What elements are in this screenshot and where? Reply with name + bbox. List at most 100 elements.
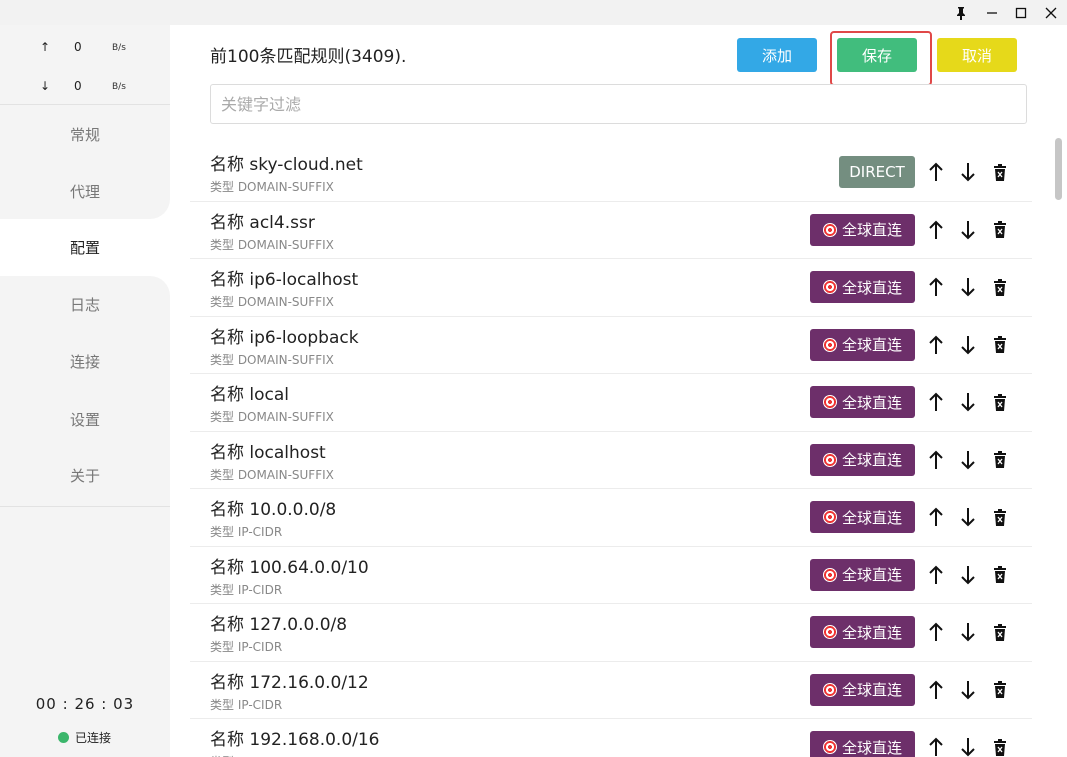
nav-item-profiles[interactable]: 配置 <box>0 219 170 276</box>
rule-type: 类型 DOMAIN-SUFFIX <box>210 180 334 194</box>
rule-row: 名称 ip6-localhost 类型 DOMAIN-SUFFIX 全球直连 <box>190 259 1032 317</box>
move-up-icon[interactable] <box>925 273 947 301</box>
rule-target-tag[interactable]: 全球直连 <box>810 501 915 533</box>
rule-row: 名称 127.0.0.0/8 类型 IP-CIDR 全球直连 <box>190 604 1032 662</box>
nav-item-settings[interactable]: 设置 <box>0 391 170 448</box>
nav-item-proxy[interactable]: 代理 <box>0 163 170 220</box>
delete-icon[interactable] <box>989 273 1011 301</box>
move-up-icon[interactable] <box>925 388 947 416</box>
cancel-button[interactable]: 取消 <box>937 38 1017 72</box>
rule-row: 名称 10.0.0.0/8 类型 IP-CIDR 全球直连 <box>190 489 1032 547</box>
delete-icon[interactable] <box>989 158 1011 186</box>
rule-name: 名称 ip6-loopback <box>210 327 359 348</box>
rule-type: 类型 DOMAIN-SUFFIX <box>210 410 334 424</box>
rule-target-tag[interactable]: DIRECT <box>839 156 915 188</box>
rule-target-label: 全球直连 <box>841 623 902 642</box>
rule-name: 名称 100.64.0.0/10 <box>210 557 369 578</box>
delete-icon[interactable] <box>989 331 1011 359</box>
rule-target-tag[interactable]: 全球直连 <box>810 731 915 757</box>
rule-target-tag[interactable]: 全球直连 <box>810 558 915 591</box>
delete-icon[interactable] <box>989 561 1011 589</box>
rule-target-tag[interactable]: 全球直连 <box>810 213 915 246</box>
move-down-icon[interactable] <box>957 618 979 646</box>
move-down-icon[interactable] <box>957 446 979 474</box>
rule-row: 名称 ip6-loopback 类型 DOMAIN-SUFFIX 全球直连 <box>190 317 1032 374</box>
rule-target-tag[interactable]: 全球直连 <box>810 328 915 361</box>
save-highlight-box <box>830 31 932 86</box>
rule-name: 名称 acl4.ssr <box>210 212 315 233</box>
rule-target-tag[interactable]: 全球直连 <box>810 386 915 418</box>
upload-arrow-icon: ↑ <box>40 40 51 54</box>
scrollbar-track[interactable] <box>1050 130 1064 757</box>
move-down-icon[interactable] <box>957 676 979 704</box>
rule-type: 类型 DOMAIN-SUFFIX <box>210 295 334 309</box>
target-icon <box>822 625 837 639</box>
move-down-icon[interactable] <box>957 561 979 589</box>
scrollbar-thumb[interactable] <box>1055 138 1062 200</box>
move-down-icon[interactable] <box>957 733 979 757</box>
rule-type: 类型 IP-CIDR <box>210 753 282 757</box>
move-down-icon[interactable] <box>957 503 979 531</box>
move-up-icon[interactable] <box>925 676 947 704</box>
move-down-icon[interactable] <box>957 273 979 301</box>
upload-speed-value: 0 <box>74 40 82 54</box>
target-icon <box>822 567 837 582</box>
nav-item-about[interactable]: 关于 <box>0 447 170 504</box>
nav-item-connections[interactable]: 连接 <box>0 333 170 390</box>
rule-row: 名称 acl4.ssr 类型 DOMAIN-SUFFIX 全球直连 <box>190 202 1032 259</box>
move-up-icon[interactable] <box>925 503 947 531</box>
delete-icon[interactable] <box>989 503 1011 531</box>
move-down-icon[interactable] <box>957 388 979 416</box>
target-icon <box>822 510 837 524</box>
move-up-icon[interactable] <box>925 733 947 757</box>
rule-target-label: 全球直连 <box>841 221 902 239</box>
rule-name: 名称 sky-cloud.net <box>210 155 363 175</box>
nav-item-logs[interactable]: 日志 <box>0 276 170 333</box>
rule-type: 类型 DOMAIN-SUFFIX <box>210 237 334 252</box>
move-up-icon[interactable] <box>925 446 947 474</box>
rule-row: 名称 localhost 类型 DOMAIN-SUFFIX 全球直连 <box>190 432 1032 489</box>
connection-timer: 00 : 26 : 03 <box>35 695 135 713</box>
upload-speed-unit: B/s <box>112 43 126 53</box>
move-down-icon[interactable] <box>957 331 979 359</box>
keyword-filter-input[interactable] <box>210 84 1027 124</box>
pin-icon[interactable] <box>948 0 974 25</box>
move-down-icon[interactable] <box>957 216 979 244</box>
move-up-icon[interactable] <box>925 158 947 186</box>
move-up-icon[interactable] <box>925 561 947 589</box>
rule-target-tag[interactable]: 全球直连 <box>810 616 915 648</box>
close-icon[interactable] <box>1038 0 1064 25</box>
move-up-icon[interactable] <box>925 331 947 359</box>
delete-icon[interactable] <box>989 733 1011 757</box>
rule-target-label: 全球直连 <box>841 336 902 354</box>
move-up-icon[interactable] <box>925 618 947 646</box>
download-speed-value: 0 <box>74 79 82 93</box>
sidebar-divider <box>0 104 170 105</box>
nav-item-general[interactable]: 常规 <box>0 106 170 163</box>
download-speed-unit: B/s <box>112 82 126 92</box>
delete-icon[interactable] <box>989 388 1011 416</box>
sidebar-divider-bottom <box>0 506 170 507</box>
rule-type: 类型 IP-CIDR <box>210 525 283 539</box>
add-button[interactable]: 添加 <box>737 38 817 72</box>
move-up-icon[interactable] <box>925 216 947 244</box>
delete-icon[interactable] <box>989 618 1011 646</box>
rule-target-tag[interactable]: 全球直连 <box>810 271 915 303</box>
rule-row: 名称 192.168.0.0/16 类型 IP-CIDR 全球直连 <box>190 719 1032 757</box>
rule-target-label: 全球直连 <box>841 451 902 469</box>
status-label: 已连接 <box>75 731 112 745</box>
rule-target-label: 全球直连 <box>841 681 902 699</box>
move-down-icon[interactable] <box>957 158 979 186</box>
delete-icon[interactable] <box>989 676 1011 704</box>
minimize-icon[interactable] <box>979 0 1005 25</box>
maximize-icon[interactable] <box>1008 0 1034 25</box>
rule-name: 名称 localhost <box>210 442 326 463</box>
rule-target-tag[interactable]: 全球直连 <box>810 443 915 476</box>
rule-type: 类型 DOMAIN-SUFFIX <box>210 467 334 482</box>
rule-type: 类型 DOMAIN-SUFFIX <box>210 352 334 367</box>
rule-target-tag[interactable]: 全球直连 <box>810 673 915 706</box>
delete-icon[interactable] <box>989 216 1011 244</box>
target-icon <box>822 740 837 754</box>
delete-icon[interactable] <box>989 446 1011 474</box>
target-icon <box>822 682 837 697</box>
